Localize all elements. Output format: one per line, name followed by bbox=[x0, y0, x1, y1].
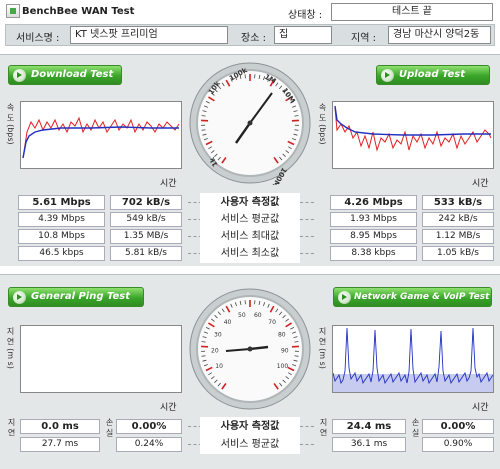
gauge-label-20: 20 bbox=[211, 347, 219, 354]
ping-latency-value: 0.0 ms bbox=[20, 419, 100, 434]
latency-label: 지 연 bbox=[7, 418, 16, 437]
row-divider bbox=[300, 219, 314, 220]
upload-test-label: Upload Test bbox=[399, 69, 466, 80]
gauge-label-50: 50 bbox=[238, 312, 246, 319]
upload-bps-value: 4.26 Mbps bbox=[330, 195, 417, 210]
ping-y-axis-label: 지 연 (m s) bbox=[6, 327, 15, 369]
status-label: 상태창 : bbox=[288, 10, 323, 21]
row-divider bbox=[300, 426, 314, 427]
gauge-label-90: 90 bbox=[281, 347, 289, 354]
service-name-field: KT 넷스팟 프리미엄 bbox=[70, 26, 228, 44]
game-latency-plot bbox=[332, 325, 494, 393]
service-name-label: 서비스명 : bbox=[16, 33, 60, 44]
row-divider bbox=[300, 236, 314, 237]
ping-latency-value: 27.7 ms bbox=[20, 437, 100, 452]
download-bps-value: 46.5 kbps bbox=[18, 246, 105, 261]
game-latency-value: 24.4 ms bbox=[332, 419, 406, 434]
upload-bps-value: 1.93 Mbps bbox=[330, 212, 417, 227]
upload-bytes-value: 1.05 kB/s bbox=[422, 246, 494, 261]
ping-loss-value: 0.24% bbox=[116, 437, 182, 452]
play-icon bbox=[13, 69, 26, 82]
upload-bytes-value: 533 kB/s bbox=[422, 195, 494, 210]
game-x-axis-label: 시간 bbox=[472, 403, 489, 413]
play-icon bbox=[338, 291, 351, 304]
row-divider bbox=[300, 253, 314, 254]
region-label: 지역 : bbox=[351, 33, 376, 44]
place-field: 집 bbox=[274, 26, 332, 44]
game-loss-value: 0.00% bbox=[422, 419, 494, 434]
upload-speed-plot bbox=[332, 101, 494, 169]
upload-y-axis-label: 속 도 (bps) bbox=[318, 103, 327, 145]
loss-label: 손 실 bbox=[411, 418, 420, 437]
network-game-voip-test-button[interactable]: Network Game & VoIP Test bbox=[333, 287, 492, 307]
latency-gauge: 10 20 30 40 50 60 70 80 90 100 bbox=[188, 287, 312, 411]
download-y-axis-label: 속 도 (bps) bbox=[6, 103, 15, 145]
gauge-label-40: 40 bbox=[224, 319, 232, 326]
download-test-label: Download Test bbox=[31, 69, 114, 80]
service-info-row: 서비스명 : KT 넷스팟 프리미엄 장소 : 집 지역 : 경남 마산시 양덕… bbox=[5, 24, 495, 46]
download-bytes-value: 702 kB/s bbox=[110, 195, 182, 210]
upload-bps-value: 8.95 Mbps bbox=[330, 229, 417, 244]
latency-label: 지 연 bbox=[319, 418, 328, 437]
download-speed-plot bbox=[20, 101, 182, 169]
download-bytes-value: 1.35 MB/s bbox=[110, 229, 182, 244]
result-row-label: 사용자 측정값 bbox=[200, 417, 300, 436]
download-bps-value: 5.61 Mbps bbox=[18, 195, 105, 210]
result-row-label: 서비스 평균값 bbox=[200, 435, 300, 454]
ping-test-panel: General Ping Test Network Game & VoIP Te… bbox=[0, 274, 500, 469]
play-icon bbox=[381, 69, 394, 82]
place-label: 장소 : bbox=[241, 33, 266, 44]
game-latency-value: 36.1 ms bbox=[332, 437, 406, 452]
general-ping-test-button[interactable]: General Ping Test bbox=[8, 287, 144, 307]
upload-bps-value: 8.38 kbps bbox=[330, 246, 417, 261]
gauge-label-70: 70 bbox=[268, 319, 276, 326]
ping-latency-plot bbox=[20, 325, 182, 393]
row-divider bbox=[300, 202, 314, 203]
benchbee-logo-icon bbox=[6, 4, 20, 18]
download-speed-trace bbox=[22, 116, 180, 159]
download-x-axis-label: 시간 bbox=[160, 179, 177, 189]
general-ping-test-label: General Ping Test bbox=[31, 291, 131, 302]
ping-x-axis-label: 시간 bbox=[160, 403, 177, 413]
gauge-label-10: 10 bbox=[215, 363, 223, 370]
download-bps-value: 4.39 Mbps bbox=[18, 212, 105, 227]
upload-test-button[interactable]: Upload Test bbox=[376, 65, 490, 85]
wan-test-panel: Download Test Upload Test 속 도 (bps) 시간 속… bbox=[0, 54, 500, 266]
download-bps-value: 10.8 Mbps bbox=[18, 229, 105, 244]
gauge-label-100: 100 bbox=[277, 363, 289, 370]
game-latency-trace bbox=[332, 327, 494, 392]
network-game-voip-test-label: Network Game & VoIP Test bbox=[354, 292, 490, 302]
download-bytes-value: 5.81 kB/s bbox=[110, 246, 182, 261]
upload-bytes-value: 242 kB/s bbox=[422, 212, 494, 227]
gauge-label-80: 80 bbox=[278, 332, 286, 339]
upload-x-axis-label: 시간 bbox=[472, 179, 489, 189]
app-title: BenchBee WAN Test bbox=[22, 6, 135, 17]
gauge-label-30: 30 bbox=[214, 332, 222, 339]
upload-speed-trace bbox=[334, 105, 492, 152]
region-field: 경남 마산시 양덕2동 bbox=[388, 26, 491, 44]
download-bytes-value: 549 kB/s bbox=[110, 212, 182, 227]
loss-label: 손 실 bbox=[105, 418, 114, 437]
status-field: 테스트 끝 bbox=[331, 3, 493, 21]
header-bar: BenchBee WAN Test 상태창 : 테스트 끝 서비스명 : KT … bbox=[0, 0, 500, 50]
result-row-label: 서비스 최소값 bbox=[200, 244, 300, 263]
upload-bytes-value: 1.12 MB/s bbox=[422, 229, 494, 244]
play-icon bbox=[13, 291, 26, 304]
speed-gauge: 100k 1M 10k 10M 1k 100M bbox=[188, 61, 312, 189]
game-loss-value: 0.90% bbox=[422, 437, 494, 452]
ping-loss-value: 0.00% bbox=[116, 419, 182, 434]
game-y-axis-label: 지 연 (m s) bbox=[318, 327, 327, 369]
row-divider bbox=[300, 444, 314, 445]
gauge-label-60: 60 bbox=[254, 312, 262, 319]
benchbee-window: BenchBee WAN Test 상태창 : 테스트 끝 서비스명 : KT … bbox=[0, 0, 500, 469]
download-test-button[interactable]: Download Test bbox=[8, 65, 122, 85]
